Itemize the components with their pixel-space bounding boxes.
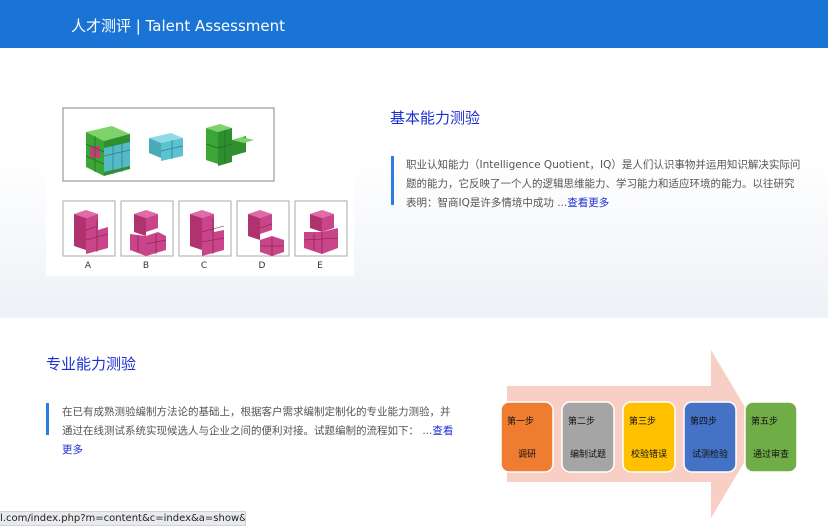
- flow-step-box: [500, 401, 554, 473]
- professional-accent-bar: [46, 403, 49, 435]
- flow-step-3: 第三步校验错误: [622, 401, 676, 473]
- option-label-d: D: [259, 261, 266, 271]
- spatial-puzzle-image: A B C D E: [46, 106, 354, 276]
- flow-step-name: 试测检验: [692, 448, 728, 460]
- flow-step-1: 第一步调研: [500, 401, 554, 473]
- basic-ability-title[interactable]: 基本能力测验: [390, 107, 480, 128]
- site-title[interactable]: 人才测评 | Talent Assessment: [71, 15, 285, 36]
- flow-step-name: 通过审查: [753, 448, 789, 460]
- professional-ability-description: 在已有成熟测验编制方法论的基础上，根据客户需求编制定制化的专业能力测验，并通过在…: [62, 403, 454, 460]
- flow-step-number: 第二步: [568, 415, 595, 427]
- flow-step-number: 第三步: [629, 415, 656, 427]
- flow-step-box: [683, 401, 737, 473]
- flow-step-number: 第五步: [751, 415, 778, 427]
- option-label-a: A: [85, 261, 92, 271]
- flow-step-name: 调研: [518, 449, 536, 460]
- flow-step-number: 第一步: [507, 415, 534, 427]
- professional-description-text: 在已有成熟测验编制方法论的基础上，根据客户需求编制定制化的专业能力测验，并通过在…: [62, 406, 451, 437]
- flow-step-box: [561, 401, 615, 473]
- option-label-c: C: [201, 261, 207, 271]
- answer-options: [62, 200, 348, 257]
- flow-step-5: 第五步通过审查: [744, 401, 798, 473]
- process-flow-diagram: 第一步 调研 第二步 编制试题 第三步 校验错误 第四步 试测检验 第五步 通过审查: [493, 348, 800, 520]
- professional-ability-title[interactable]: 专业能力测验: [46, 353, 136, 374]
- flow-step-2: 第二步编制试题: [561, 401, 615, 473]
- flow-step-4: 第四步试测检验: [683, 401, 737, 473]
- basic-accent-bar: [391, 156, 394, 205]
- flow-step-name: 校验错误: [631, 448, 667, 460]
- flow-step-name: 编制试题: [570, 448, 606, 460]
- flow-step-box: [622, 401, 676, 473]
- option-label-e: E: [317, 261, 323, 271]
- basic-ability-description: 职业认知能力（Intelligence Quotient，IQ）是人们认识事物并…: [406, 156, 801, 213]
- option-label-b: B: [143, 261, 149, 271]
- flow-step-number: 第四步: [690, 415, 717, 427]
- browser-status-bar: l.com/index.php?m=content&c=index&a=show…: [0, 511, 246, 526]
- basic-read-more-link[interactable]: 查看更多: [567, 197, 609, 209]
- flow-step-box: [744, 401, 798, 473]
- top-header: 人才测评 | Talent Assessment: [0, 0, 828, 48]
- green-cube-shape: [85, 126, 131, 176]
